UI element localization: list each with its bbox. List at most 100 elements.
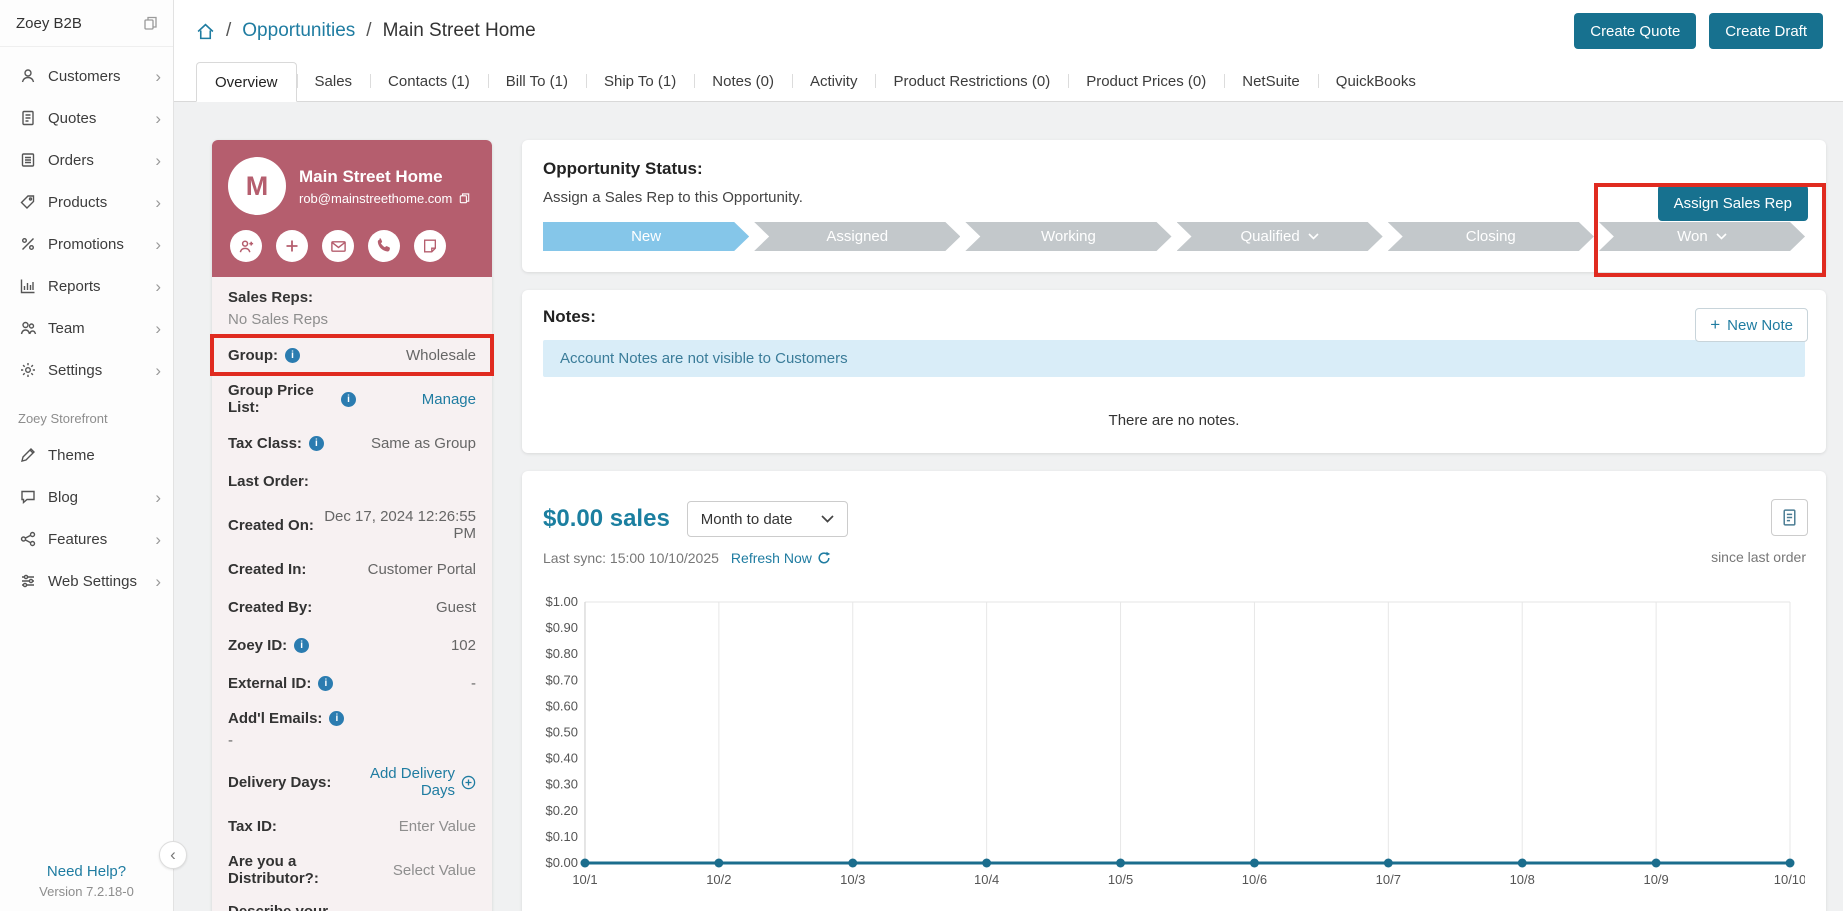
- notes-card: Notes: + New Note Account Notes are not …: [522, 290, 1826, 453]
- field-created-by: Created By: Guest: [212, 588, 492, 626]
- field-tax-class: Tax Class: i Same as Group: [212, 424, 492, 462]
- sidebar-item-team[interactable]: Team ›: [0, 307, 173, 349]
- refresh-now-link[interactable]: Refresh Now: [731, 550, 831, 566]
- field-label: Are you a Distributor?:: [228, 853, 319, 887]
- tab-netsuite[interactable]: NetSuite: [1224, 61, 1318, 101]
- add-delivery-days-link[interactable]: Add Delivery Days: [339, 765, 476, 799]
- field-distributor: Are you a Distributor?: Select Value: [212, 845, 492, 895]
- tab-quickbooks[interactable]: QuickBooks: [1317, 61, 1434, 101]
- info-icon[interactable]: i: [285, 347, 300, 363]
- stage-working[interactable]: Working: [965, 222, 1171, 251]
- brand-row: Zoey B2B: [0, 0, 173, 47]
- svg-text:$0.40: $0.40: [545, 751, 577, 766]
- svg-text:10/7: 10/7: [1376, 872, 1401, 887]
- create-draft-button[interactable]: Create Draft: [1709, 13, 1823, 49]
- tab-sales[interactable]: Sales: [296, 61, 371, 101]
- copy-email-icon[interactable]: [458, 192, 471, 205]
- chevron-right-icon: ›: [155, 150, 161, 170]
- manage-link[interactable]: Manage: [422, 391, 476, 408]
- sidebar-collapse-button[interactable]: ‹: [159, 841, 187, 869]
- svg-text:10/1: 10/1: [572, 872, 597, 887]
- field-group: Group: i Wholesale: [210, 334, 494, 376]
- tax-id-input-placeholder[interactable]: Enter Value: [399, 818, 476, 835]
- tab-notes[interactable]: Notes (0): [694, 61, 792, 101]
- export-report-button[interactable]: [1771, 499, 1808, 536]
- field-value: Dec 17, 2024 12:26:55 PM: [324, 508, 476, 542]
- breadcrumb-separator: /: [366, 20, 372, 41]
- sidebar-item-quotes[interactable]: Quotes ›: [0, 97, 173, 139]
- svg-text:$0.80: $0.80: [545, 646, 577, 661]
- info-icon[interactable]: i: [308, 435, 324, 451]
- sidebar-item-products[interactable]: Products ›: [0, 181, 173, 223]
- breadcrumb-opportunities-link[interactable]: Opportunities: [242, 20, 355, 42]
- field-delivery-days: Delivery Days: Add Delivery Days: [212, 757, 492, 807]
- opportunity-status-card: Opportunity Status: Assign a Sales Rep t…: [522, 140, 1826, 277]
- sidebar-item-features[interactable]: Features ›: [0, 518, 173, 560]
- team-icon: [18, 318, 38, 338]
- promotions-icon: [18, 234, 38, 254]
- stage-new[interactable]: New: [543, 222, 749, 251]
- stage-closing[interactable]: Closing: [1388, 222, 1594, 251]
- svg-text:$0.30: $0.30: [545, 777, 577, 792]
- field-label: Group Price List:: [228, 382, 314, 416]
- note-button[interactable]: [414, 230, 446, 262]
- svg-text:10/2: 10/2: [706, 872, 731, 887]
- field-label: External ID:: [228, 674, 312, 692]
- sidebar-item-promotions[interactable]: Promotions ›: [0, 223, 173, 265]
- add-button[interactable]: [276, 230, 308, 262]
- home-icon[interactable]: [196, 22, 215, 41]
- field-label: Created In:: [228, 560, 307, 578]
- svg-text:$0.50: $0.50: [545, 724, 577, 739]
- field-describe-business: Describe your Business: * Home goods sto…: [212, 895, 492, 911]
- stage-won[interactable]: Won: [1599, 222, 1805, 251]
- sidebar-item-label: Settings: [48, 361, 103, 379]
- sidebar-item-web-settings[interactable]: Web Settings ›: [0, 560, 173, 602]
- sidebar-item-orders[interactable]: Orders ›: [0, 139, 173, 181]
- sales-header: $0.00 sales Month to date: [543, 501, 1805, 537]
- info-icon[interactable]: i: [294, 637, 310, 653]
- stage-assigned[interactable]: Assigned: [754, 222, 960, 251]
- date-range-select[interactable]: Month to date: [686, 501, 848, 537]
- need-help-link[interactable]: Need Help?: [0, 863, 173, 880]
- pipeline-stages: New Assigned Working Qualified Closing W…: [543, 222, 1805, 251]
- customer-profile-card: M Main Street Home rob@mainstreethome.co…: [210, 140, 494, 911]
- tab-product-prices[interactable]: Product Prices (0): [1068, 61, 1224, 101]
- chevron-right-icon: ›: [155, 487, 161, 507]
- add-contact-button[interactable]: [230, 230, 262, 262]
- assign-sales-rep-button[interactable]: Assign Sales Rep: [1657, 185, 1808, 221]
- field-label: Tax Class:: [228, 434, 302, 452]
- tab-ship-to[interactable]: Ship To (1): [586, 61, 694, 101]
- tab-overview[interactable]: Overview: [196, 62, 297, 102]
- info-icon[interactable]: i: [318, 675, 334, 691]
- app-window: Zoey B2B Customers › Quotes › Orders › P…: [0, 0, 1843, 911]
- phone-button[interactable]: [368, 230, 400, 262]
- info-icon[interactable]: i: [329, 711, 345, 726]
- field-zoey-id: Zoey ID: i 102: [212, 626, 492, 664]
- distributor-select-placeholder[interactable]: Select Value: [393, 862, 476, 879]
- topbar: / Opportunities / Main Street Home Creat…: [174, 0, 1843, 62]
- field-label: Tax ID:: [228, 817, 277, 835]
- tab-contacts[interactable]: Contacts (1): [370, 61, 488, 101]
- tab-activity[interactable]: Activity: [791, 61, 876, 101]
- info-icon[interactable]: i: [341, 391, 356, 407]
- sidebar-item-reports[interactable]: Reports ›: [0, 265, 173, 307]
- svg-text:$0.10: $0.10: [545, 829, 577, 844]
- create-quote-button[interactable]: Create Quote: [1574, 13, 1697, 49]
- sidebar-item-blog[interactable]: Blog ›: [0, 476, 173, 518]
- products-icon: [18, 192, 38, 212]
- sidebar-item-settings[interactable]: Settings ›: [0, 349, 173, 391]
- field-value: -: [228, 732, 233, 749]
- svg-text:10/10: 10/10: [1774, 872, 1805, 887]
- email-button[interactable]: [322, 230, 354, 262]
- svg-text:$0.20: $0.20: [545, 803, 577, 818]
- tab-product-restrictions[interactable]: Product Restrictions (0): [875, 61, 1068, 101]
- sidebar-item-theme[interactable]: Theme: [0, 434, 173, 476]
- tab-bill-to[interactable]: Bill To (1): [487, 61, 586, 101]
- new-note-button[interactable]: + New Note: [1695, 308, 1808, 342]
- sidebar-item-customers[interactable]: Customers ›: [0, 55, 173, 97]
- sidebar-item-label: Blog: [48, 488, 79, 506]
- stage-qualified[interactable]: Qualified: [1177, 222, 1383, 251]
- notes-title: Notes:: [543, 307, 596, 326]
- copy-icon[interactable]: [142, 15, 159, 32]
- main-area: / Opportunities / Main Street Home Creat…: [174, 0, 1843, 911]
